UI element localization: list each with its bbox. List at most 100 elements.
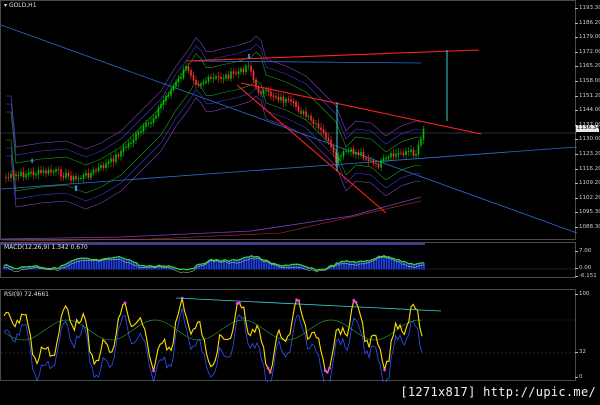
candle-body — [355, 152, 357, 155]
candle-body — [342, 151, 345, 157]
envelope-band — [6, 35, 422, 150]
candle-body — [397, 152, 400, 155]
candle-body — [312, 119, 315, 125]
macd-histogram-bar — [365, 260, 368, 270]
axis-tick-label: 1123.20 — [575, 151, 600, 157]
candle-body — [127, 142, 130, 148]
macd-histogram-bar — [350, 261, 353, 270]
macd-histogram-bar — [228, 261, 230, 270]
candle-body — [77, 178, 80, 180]
macd-histogram-bar — [423, 262, 425, 270]
candle-body — [27, 172, 30, 176]
macd-histogram-bar — [225, 260, 228, 270]
rsi-indicator-pane[interactable]: RSI(9) 72.4661 — [0, 289, 577, 382]
candle-body — [72, 176, 75, 181]
candle-body — [357, 152, 360, 155]
candle-body — [85, 173, 87, 176]
price-chart-pane[interactable]: ⬆ ⬇ ⬇ ▾ GOLD,H1 — [0, 0, 577, 241]
candle-body — [305, 111, 307, 117]
candle-body — [395, 153, 397, 157]
macd-histogram-bar — [78, 258, 80, 270]
candle-body — [375, 162, 377, 165]
macd-histogram-bar — [120, 257, 123, 270]
axis-tick-label: 1144.00 — [575, 107, 600, 114]
price-chart-canvas[interactable]: ⬆ ⬇ ⬇ — [1, 1, 577, 241]
candle-body — [290, 99, 292, 102]
rsi-extreme-dot — [326, 370, 329, 374]
rsi-extreme-dot — [297, 299, 301, 303]
candle-body — [40, 169, 42, 173]
macd-histogram-bar — [355, 262, 358, 270]
candle-body — [327, 137, 330, 141]
candle-body — [407, 151, 410, 152]
down-arrow-icon: ⬇ — [29, 158, 34, 165]
candle-body — [272, 95, 275, 98]
candle-body — [300, 110, 302, 114]
candle-body — [370, 160, 372, 162]
candle-body — [367, 158, 370, 162]
symbol-label: ▾ GOLD,H1 — [4, 2, 37, 9]
candle-body — [287, 99, 290, 101]
macd-histogram-bar — [213, 260, 215, 270]
candle-body — [30, 171, 32, 174]
macd-histogram-bar — [378, 256, 380, 270]
candle-body — [390, 153, 392, 158]
macd-histogram-bar — [123, 258, 125, 270]
macd-indicator-pane[interactable]: MACD(12,26,9) 1.342 0.670 — [0, 242, 577, 278]
candle-body — [117, 154, 120, 157]
candle-body — [192, 74, 195, 81]
candle-body — [417, 144, 420, 155]
candle-body — [350, 148, 352, 152]
candle-body — [292, 100, 295, 103]
candle-body — [110, 158, 112, 163]
candle-body — [165, 95, 167, 101]
candle-body — [25, 174, 27, 178]
candle-body — [82, 174, 85, 179]
candle-body — [150, 122, 152, 124]
axis-tick-label: 1186.20 — [575, 19, 600, 26]
candle-body — [345, 150, 347, 152]
macd-histogram-bar — [203, 263, 205, 270]
macd-histogram-bar — [363, 261, 365, 270]
candle-body — [180, 77, 182, 79]
rsi-extreme-dot — [238, 301, 241, 305]
candle-body — [197, 83, 200, 86]
candle-body — [392, 153, 395, 157]
candle-body — [202, 81, 205, 85]
candle-body — [167, 94, 170, 97]
candle-body — [200, 83, 202, 86]
candle-body — [285, 99, 287, 103]
candle-body — [265, 89, 267, 92]
candle-body — [277, 96, 280, 101]
candle-body — [67, 172, 70, 177]
candle-body — [160, 103, 162, 109]
candle-body — [212, 77, 215, 79]
candle-body — [372, 160, 375, 164]
candle-body — [230, 71, 232, 79]
rsi-canvas[interactable] — [1, 290, 577, 382]
candle-body — [260, 91, 262, 94]
candle-body — [380, 160, 382, 168]
macd-histogram-bar — [353, 261, 355, 270]
candle-body — [37, 169, 40, 175]
candle-body — [7, 176, 10, 178]
candle-body — [95, 169, 97, 172]
candle-body — [187, 66, 190, 71]
candle-body — [140, 130, 142, 133]
macd-histogram-bar — [403, 261, 405, 270]
macd-histogram-bar — [368, 260, 370, 270]
macd-histogram-bar — [125, 259, 128, 270]
candle-body — [325, 132, 327, 139]
candle-body — [295, 101, 297, 108]
candle-body — [227, 74, 230, 79]
axis-tick-label: -6.151 — [575, 273, 597, 279]
candle-body — [297, 106, 300, 112]
rsi-extreme-dot — [268, 370, 272, 374]
rsi-extreme-dot — [123, 301, 127, 305]
macd-histogram-bar — [245, 257, 248, 270]
candle-body — [132, 139, 135, 144]
collapse-arrow-icon[interactable]: ▾ — [4, 2, 7, 9]
macd-histogram-bar — [70, 260, 73, 270]
candle-body — [152, 117, 155, 123]
candle-body — [315, 123, 317, 125]
